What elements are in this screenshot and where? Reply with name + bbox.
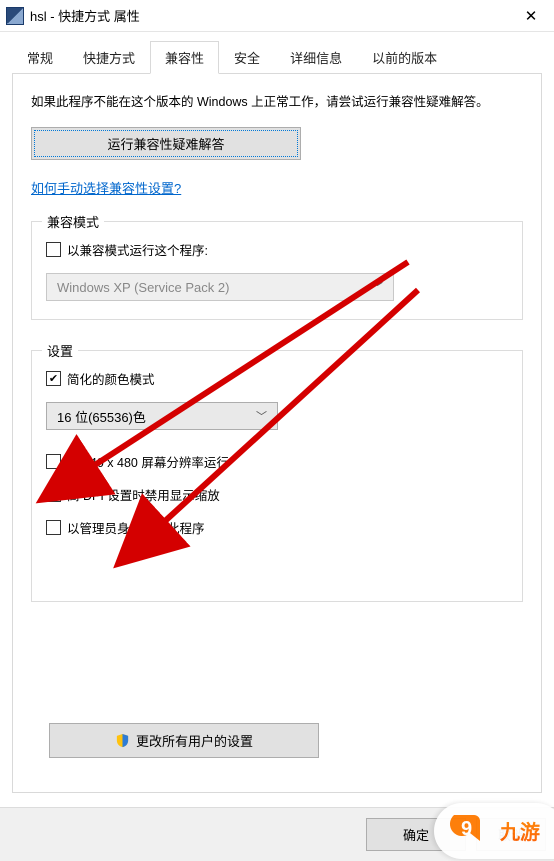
dialog-footer: 确定 取消 (0, 807, 554, 861)
run-troubleshooter-button[interactable]: 运行兼容性疑难解答 (31, 127, 301, 160)
compat-mode-checkbox[interactable] (46, 242, 61, 257)
color-mode-dropdown[interactable]: 16 位(65536)色 ﹀ (46, 402, 278, 430)
tab-strip: 常规 快捷方式 兼容性 安全 详细信息 以前的版本 (0, 32, 554, 73)
change-all-users-button[interactable]: 更改所有用户的设置 (49, 723, 319, 758)
highdpi-checkbox[interactable] (46, 487, 61, 502)
compat-mode-group: 兼容模式 以兼容模式运行这个程序: Windows XP (Service Pa… (31, 221, 523, 320)
window-title: hsl - 快捷方式 属性 (30, 6, 508, 25)
close-button[interactable]: ✕ (508, 0, 554, 32)
close-icon: ✕ (525, 7, 538, 25)
app-icon (6, 7, 24, 25)
ok-label: 确定 (403, 828, 429, 843)
compat-mode-title: 兼容模式 (42, 212, 104, 231)
settings-group: 设置 ✔ 简化的颜色模式 16 位(65536)色 ﹀ 用 640 x 480 … (31, 350, 523, 602)
compat-os-value: Windows XP (Service Pack 2) (57, 280, 229, 295)
cancel-button[interactable]: 取消 (476, 818, 546, 851)
cancel-label: 取消 (498, 828, 524, 843)
chevron-down-icon: ﹀ (256, 408, 267, 424)
res640-label: 用 640 x 480 屏幕分辨率运行 (67, 452, 229, 471)
reduced-color-label: 简化的颜色模式 (67, 369, 155, 388)
res640-checkbox[interactable] (46, 454, 61, 469)
runadmin-label: 以管理员身份运行此程序 (67, 518, 205, 537)
compat-os-dropdown[interactable]: Windows XP (Service Pack 2) ﹀ (46, 273, 394, 301)
troubleshoot-label: 运行兼容性疑难解答 (107, 137, 224, 152)
tab-security[interactable]: 安全 (219, 41, 275, 74)
shield-icon (115, 733, 130, 748)
tab-general[interactable]: 常规 (12, 41, 68, 74)
reduced-color-checkbox[interactable]: ✔ (46, 371, 61, 386)
color-mode-value: 16 位(65536)色 (57, 407, 146, 426)
ok-button[interactable]: 确定 (366, 818, 466, 851)
tab-compatibility[interactable]: 兼容性 (150, 41, 219, 74)
manual-settings-link[interactable]: 如何手动选择兼容性设置? (31, 178, 181, 197)
tab-previous-versions[interactable]: 以前的版本 (357, 41, 452, 74)
chevron-down-icon: ﹀ (372, 279, 383, 295)
settings-title: 设置 (42, 341, 78, 360)
compat-mode-label: 以兼容模式运行这个程序: (67, 240, 208, 259)
highdpi-label: 高 DPI 设置时禁用显示缩放 (67, 485, 220, 504)
compatibility-panel: 如果此程序不能在这个版本的 Windows 上正常工作，请尝试运行兼容性疑难解答… (12, 73, 542, 793)
tab-shortcut[interactable]: 快捷方式 (68, 41, 150, 74)
runadmin-checkbox[interactable] (46, 520, 61, 535)
compat-intro-text: 如果此程序不能在这个版本的 Windows 上正常工作，请尝试运行兼容性疑难解答… (31, 92, 523, 113)
change-all-label: 更改所有用户的设置 (136, 731, 253, 750)
tab-details[interactable]: 详细信息 (275, 41, 357, 74)
